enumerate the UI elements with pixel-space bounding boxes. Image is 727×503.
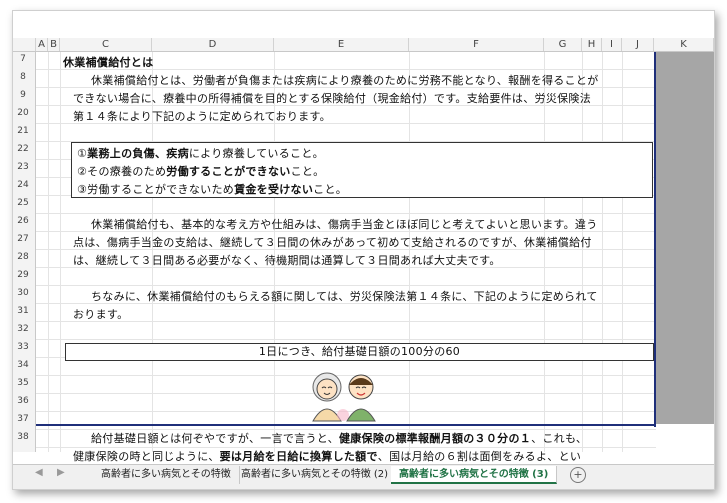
row-header[interactable]: 38 [13,432,33,442]
column-header-c[interactable]: C [60,38,152,51]
column-header-g[interactable]: G [544,38,582,51]
formula-text: 1日につき、給付基礎日額の100分の60 [258,345,461,358]
column-header-e[interactable]: E [274,38,409,51]
column-header-f[interactable]: F [409,38,544,51]
gridline [544,52,545,452]
row-header[interactable]: 29 [13,270,33,280]
row-header[interactable]: 26 [13,216,33,226]
paragraph-text: 健康保険の時と同じように、 [73,450,220,463]
row-header[interactable]: 28 [13,252,33,262]
paragraph-text: 、国は月給の６割は面倒をみるよ、とい [377,450,582,463]
paragraph-line: 給付基礎日額とは何ぞやですが、一言で言うと、健康保険の標準報酬月額の３０分の１、… [91,430,587,446]
row-header[interactable]: 23 [13,162,33,172]
row-header[interactable]: 34 [13,360,33,370]
row-header[interactable]: 30 [13,288,33,298]
row-header[interactable]: 22 [13,144,33,154]
column-header-k[interactable]: K [654,38,714,51]
gridline [622,52,623,452]
row-header[interactable]: 8 [13,72,33,82]
row-header[interactable]: 27 [13,234,33,244]
paragraph-line: 第１４条により下記のように定められております。 [73,110,331,123]
condition-emphasis: 業務上の負傷、疾病 [87,147,189,160]
row-header[interactable]: 25 [13,198,33,208]
row-header[interactable]: 24 [13,180,33,190]
row-header[interactable]: 9 [13,90,33,100]
next-sheet-icon[interactable]: ▶ [57,467,65,478]
column-header-h[interactable]: H [582,38,602,51]
page-break-vertical [654,52,656,427]
paragraph-line: 健康保険の時と同じように、要は月給を日給に換算した額で、国は月給の６割は面倒をみ… [73,448,581,464]
row-header[interactable]: 31 [13,306,33,316]
prev-sheet-icon[interactable]: ◀ [35,467,43,478]
page-break-horizontal [36,424,656,426]
sheet-tab-3[interactable]: 高齢者に多い病気とその特徴 (3) [391,466,558,484]
condition-text: こと。 [313,183,348,196]
paragraph-line: おります。 [73,308,129,321]
row-header[interactable]: 20 [13,108,33,118]
condition-text: により療養していること。 [188,147,324,160]
gridline [582,52,583,452]
condition-emphasis: 労働することができない [166,165,291,178]
row-header[interactable]: 36 [13,396,33,406]
select-all-corner[interactable] [13,38,36,51]
gridline [602,52,603,452]
row-header[interactable]: 7 [13,54,33,64]
paragraph-line: ちなみに、休業補償給付のもらえる額に関しては、労災保険法第１４条に、下記のように… [91,290,598,303]
paragraph-emphasis: 要は月給を日給に換算した額で [219,450,378,463]
column-header-a[interactable]: A [36,38,48,51]
elderly-couple-illustration [312,372,376,422]
column-header-j[interactable]: J [622,38,654,51]
grandmother-icon [312,372,342,422]
column-header-b[interactable]: B [48,38,60,51]
column-header-d[interactable]: D [152,38,274,51]
paragraph-line: 休業補償給付も、基本的な考え方や仕組みは、傷病手当金とほぼ同じと考えてよいと思い… [91,218,598,231]
row-header-bar: 7 8 9 20 21 22 23 24 25 26 27 28 29 30 3… [13,52,36,452]
condition-line: ②その療養のため労働することができないこと。 [77,163,324,179]
gridline [48,52,49,452]
spreadsheet-window: A B C D E F G H I J K 7 8 9 20 21 22 23 … [12,10,715,490]
condition-emphasis: 賃金を受けない [234,183,314,196]
row-header[interactable]: 33 [13,342,33,352]
paragraph-line: できない場合に、療養中の所得補償を目的とする保険給付（現金給付）です。支給要件は… [73,92,592,105]
row-header[interactable]: 32 [13,324,33,334]
paragraph-emphasis: 健康保険の標準報酬月額の３０分の１ [338,432,532,445]
paragraph-text: 、これも、 [531,432,588,445]
section-heading: 休業補償給付とは [63,56,154,69]
paragraph-line: は、継続して３日間ある必要がなく、待機期間は通算して３日間あれば大丈夫です。 [73,254,501,267]
condition-text: ③労働することができないため [77,183,235,196]
paragraph-line: 休業補償給付とは、労働者が負傷または疾病により療養のために労務不能となり、報酬を… [91,74,599,87]
paragraph-line: 点は、傷病手当金の支給は、継続して３日間の休みがあって初めて支給されるのですが、… [73,236,592,249]
row-header[interactable]: 35 [13,378,33,388]
print-area-outside [656,52,714,424]
add-sheet-icon[interactable]: + [570,467,586,483]
row-header[interactable]: 21 [13,126,33,136]
row-header[interactable]: 37 [13,414,33,424]
formula-box: 1日につき、給付基礎日額の100分の60 [65,343,654,361]
condition-line: ③労働することができないため賃金を受けないこと。 [77,181,347,197]
condition-text: ① [77,147,88,160]
condition-text: こと。 [290,165,325,178]
condition-line: ①業務上の負傷、疾病により療養していること。 [77,145,324,161]
condition-text: ②その療養のため [77,165,167,178]
grandfather-icon [346,374,376,422]
sheet-tab-bar: ◀ ▶ 高齢者に多い病気とその特徴 高齢者に多い病気とその特徴 (2) 高齢者に… [13,464,714,489]
sheet-tab-1[interactable]: 高齢者に多い病気とその特徴 [93,466,240,484]
paragraph-text: 給付基礎日額とは何ぞやですが、一言で言うと、 [91,432,339,445]
gridline [60,52,61,452]
column-header-bar: A B C D E F G H I J K [13,38,714,52]
sheet-tab-2[interactable]: 高齢者に多い病気とその特徴 (2) [233,466,398,484]
column-header-i[interactable]: I [602,38,622,51]
